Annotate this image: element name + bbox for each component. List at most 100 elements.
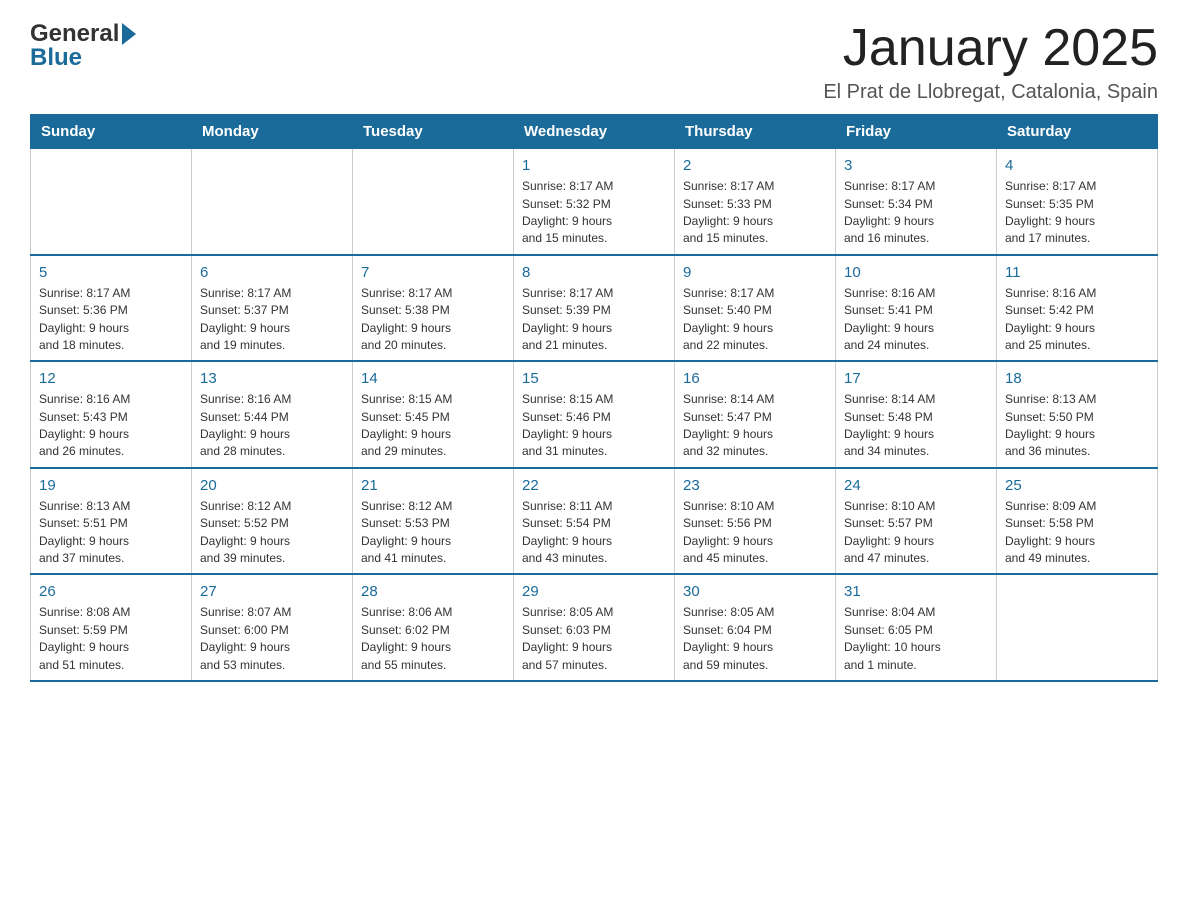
day-info: Sunrise: 8:16 AM Sunset: 5:44 PM Dayligh… xyxy=(200,391,344,461)
calendar-day-header: Monday xyxy=(192,115,353,149)
calendar-cell: 7Sunrise: 8:17 AM Sunset: 5:38 PM Daylig… xyxy=(353,255,514,362)
day-info: Sunrise: 8:09 AM Sunset: 5:58 PM Dayligh… xyxy=(1005,498,1149,568)
calendar-table: SundayMondayTuesdayWednesdayThursdayFrid… xyxy=(30,114,1158,682)
day-info: Sunrise: 8:17 AM Sunset: 5:33 PM Dayligh… xyxy=(683,178,827,248)
calendar-cell xyxy=(997,574,1158,681)
day-number: 7 xyxy=(361,262,505,283)
day-info: Sunrise: 8:17 AM Sunset: 5:34 PM Dayligh… xyxy=(844,178,988,248)
day-number: 23 xyxy=(683,475,827,496)
day-number: 19 xyxy=(39,475,183,496)
day-info: Sunrise: 8:17 AM Sunset: 5:36 PM Dayligh… xyxy=(39,285,183,355)
calendar-cell: 6Sunrise: 8:17 AM Sunset: 5:37 PM Daylig… xyxy=(192,255,353,362)
day-number: 21 xyxy=(361,475,505,496)
month-title: January 2025 xyxy=(823,20,1158,77)
calendar-cell: 2Sunrise: 8:17 AM Sunset: 5:33 PM Daylig… xyxy=(675,149,836,255)
day-number: 15 xyxy=(522,368,666,389)
day-number: 14 xyxy=(361,368,505,389)
calendar-cell: 18Sunrise: 8:13 AM Sunset: 5:50 PM Dayli… xyxy=(997,361,1158,468)
day-number: 22 xyxy=(522,475,666,496)
day-number: 29 xyxy=(522,581,666,602)
title-block: January 2025 El Prat de Llobregat, Catal… xyxy=(823,20,1158,104)
calendar-cell: 8Sunrise: 8:17 AM Sunset: 5:39 PM Daylig… xyxy=(514,255,675,362)
day-info: Sunrise: 8:16 AM Sunset: 5:41 PM Dayligh… xyxy=(844,285,988,355)
day-info: Sunrise: 8:17 AM Sunset: 5:37 PM Dayligh… xyxy=(200,285,344,355)
day-number: 2 xyxy=(683,155,827,176)
calendar-week-row: 12Sunrise: 8:16 AM Sunset: 5:43 PM Dayli… xyxy=(31,361,1158,468)
calendar-cell: 28Sunrise: 8:06 AM Sunset: 6:02 PM Dayli… xyxy=(353,574,514,681)
day-number: 8 xyxy=(522,262,666,283)
day-number: 27 xyxy=(200,581,344,602)
calendar-cell: 20Sunrise: 8:12 AM Sunset: 5:52 PM Dayli… xyxy=(192,468,353,575)
calendar-cell: 25Sunrise: 8:09 AM Sunset: 5:58 PM Dayli… xyxy=(997,468,1158,575)
day-info: Sunrise: 8:05 AM Sunset: 6:04 PM Dayligh… xyxy=(683,604,827,674)
calendar-cell: 15Sunrise: 8:15 AM Sunset: 5:46 PM Dayli… xyxy=(514,361,675,468)
calendar-cell: 23Sunrise: 8:10 AM Sunset: 5:56 PM Dayli… xyxy=(675,468,836,575)
calendar-cell: 30Sunrise: 8:05 AM Sunset: 6:04 PM Dayli… xyxy=(675,574,836,681)
calendar-day-header: Tuesday xyxy=(353,115,514,149)
calendar-cell: 12Sunrise: 8:16 AM Sunset: 5:43 PM Dayli… xyxy=(31,361,192,468)
day-number: 9 xyxy=(683,262,827,283)
calendar-cell xyxy=(353,149,514,255)
day-info: Sunrise: 8:12 AM Sunset: 5:52 PM Dayligh… xyxy=(200,498,344,568)
calendar-day-header: Sunday xyxy=(31,115,192,149)
calendar-cell: 22Sunrise: 8:11 AM Sunset: 5:54 PM Dayli… xyxy=(514,468,675,575)
day-info: Sunrise: 8:16 AM Sunset: 5:42 PM Dayligh… xyxy=(1005,285,1149,355)
calendar-cell xyxy=(192,149,353,255)
calendar-week-row: 26Sunrise: 8:08 AM Sunset: 5:59 PM Dayli… xyxy=(31,574,1158,681)
day-number: 4 xyxy=(1005,155,1149,176)
day-info: Sunrise: 8:17 AM Sunset: 5:38 PM Dayligh… xyxy=(361,285,505,355)
day-number: 10 xyxy=(844,262,988,283)
location-text: El Prat de Llobregat, Catalonia, Spain xyxy=(823,81,1158,104)
calendar-header-row: SundayMondayTuesdayWednesdayThursdayFrid… xyxy=(31,115,1158,149)
calendar-cell: 10Sunrise: 8:16 AM Sunset: 5:41 PM Dayli… xyxy=(836,255,997,362)
day-info: Sunrise: 8:17 AM Sunset: 5:35 PM Dayligh… xyxy=(1005,178,1149,248)
day-info: Sunrise: 8:14 AM Sunset: 5:47 PM Dayligh… xyxy=(683,391,827,461)
page-header: General Blue January 2025 El Prat de Llo… xyxy=(30,20,1158,104)
day-number: 20 xyxy=(200,475,344,496)
day-number: 31 xyxy=(844,581,988,602)
day-info: Sunrise: 8:17 AM Sunset: 5:40 PM Dayligh… xyxy=(683,285,827,355)
day-number: 17 xyxy=(844,368,988,389)
day-number: 25 xyxy=(1005,475,1149,496)
day-info: Sunrise: 8:08 AM Sunset: 5:59 PM Dayligh… xyxy=(39,604,183,674)
calendar-cell: 11Sunrise: 8:16 AM Sunset: 5:42 PM Dayli… xyxy=(997,255,1158,362)
day-info: Sunrise: 8:14 AM Sunset: 5:48 PM Dayligh… xyxy=(844,391,988,461)
day-number: 13 xyxy=(200,368,344,389)
day-number: 6 xyxy=(200,262,344,283)
calendar-cell: 3Sunrise: 8:17 AM Sunset: 5:34 PM Daylig… xyxy=(836,149,997,255)
day-info: Sunrise: 8:16 AM Sunset: 5:43 PM Dayligh… xyxy=(39,391,183,461)
day-info: Sunrise: 8:04 AM Sunset: 6:05 PM Dayligh… xyxy=(844,604,988,674)
day-number: 26 xyxy=(39,581,183,602)
calendar-cell: 13Sunrise: 8:16 AM Sunset: 5:44 PM Dayli… xyxy=(192,361,353,468)
day-info: Sunrise: 8:06 AM Sunset: 6:02 PM Dayligh… xyxy=(361,604,505,674)
day-info: Sunrise: 8:07 AM Sunset: 6:00 PM Dayligh… xyxy=(200,604,344,674)
day-info: Sunrise: 8:11 AM Sunset: 5:54 PM Dayligh… xyxy=(522,498,666,568)
day-info: Sunrise: 8:13 AM Sunset: 5:51 PM Dayligh… xyxy=(39,498,183,568)
day-info: Sunrise: 8:17 AM Sunset: 5:32 PM Dayligh… xyxy=(522,178,666,248)
day-number: 3 xyxy=(844,155,988,176)
day-info: Sunrise: 8:05 AM Sunset: 6:03 PM Dayligh… xyxy=(522,604,666,674)
day-info: Sunrise: 8:15 AM Sunset: 5:46 PM Dayligh… xyxy=(522,391,666,461)
calendar-cell: 5Sunrise: 8:17 AM Sunset: 5:36 PM Daylig… xyxy=(31,255,192,362)
day-info: Sunrise: 8:12 AM Sunset: 5:53 PM Dayligh… xyxy=(361,498,505,568)
calendar-day-header: Friday xyxy=(836,115,997,149)
day-info: Sunrise: 8:10 AM Sunset: 5:56 PM Dayligh… xyxy=(683,498,827,568)
day-number: 24 xyxy=(844,475,988,496)
calendar-cell: 31Sunrise: 8:04 AM Sunset: 6:05 PM Dayli… xyxy=(836,574,997,681)
calendar-cell: 1Sunrise: 8:17 AM Sunset: 5:32 PM Daylig… xyxy=(514,149,675,255)
day-info: Sunrise: 8:13 AM Sunset: 5:50 PM Dayligh… xyxy=(1005,391,1149,461)
calendar-cell: 26Sunrise: 8:08 AM Sunset: 5:59 PM Dayli… xyxy=(31,574,192,681)
calendar-cell xyxy=(31,149,192,255)
day-info: Sunrise: 8:17 AM Sunset: 5:39 PM Dayligh… xyxy=(522,285,666,355)
day-number: 12 xyxy=(39,368,183,389)
day-number: 18 xyxy=(1005,368,1149,389)
calendar-week-row: 1Sunrise: 8:17 AM Sunset: 5:32 PM Daylig… xyxy=(31,149,1158,255)
logo: General Blue xyxy=(30,20,136,72)
calendar-cell: 9Sunrise: 8:17 AM Sunset: 5:40 PM Daylig… xyxy=(675,255,836,362)
day-info: Sunrise: 8:10 AM Sunset: 5:57 PM Dayligh… xyxy=(844,498,988,568)
calendar-cell: 27Sunrise: 8:07 AM Sunset: 6:00 PM Dayli… xyxy=(192,574,353,681)
day-number: 28 xyxy=(361,581,505,602)
calendar-cell: 21Sunrise: 8:12 AM Sunset: 5:53 PM Dayli… xyxy=(353,468,514,575)
day-number: 1 xyxy=(522,155,666,176)
calendar-cell: 14Sunrise: 8:15 AM Sunset: 5:45 PM Dayli… xyxy=(353,361,514,468)
